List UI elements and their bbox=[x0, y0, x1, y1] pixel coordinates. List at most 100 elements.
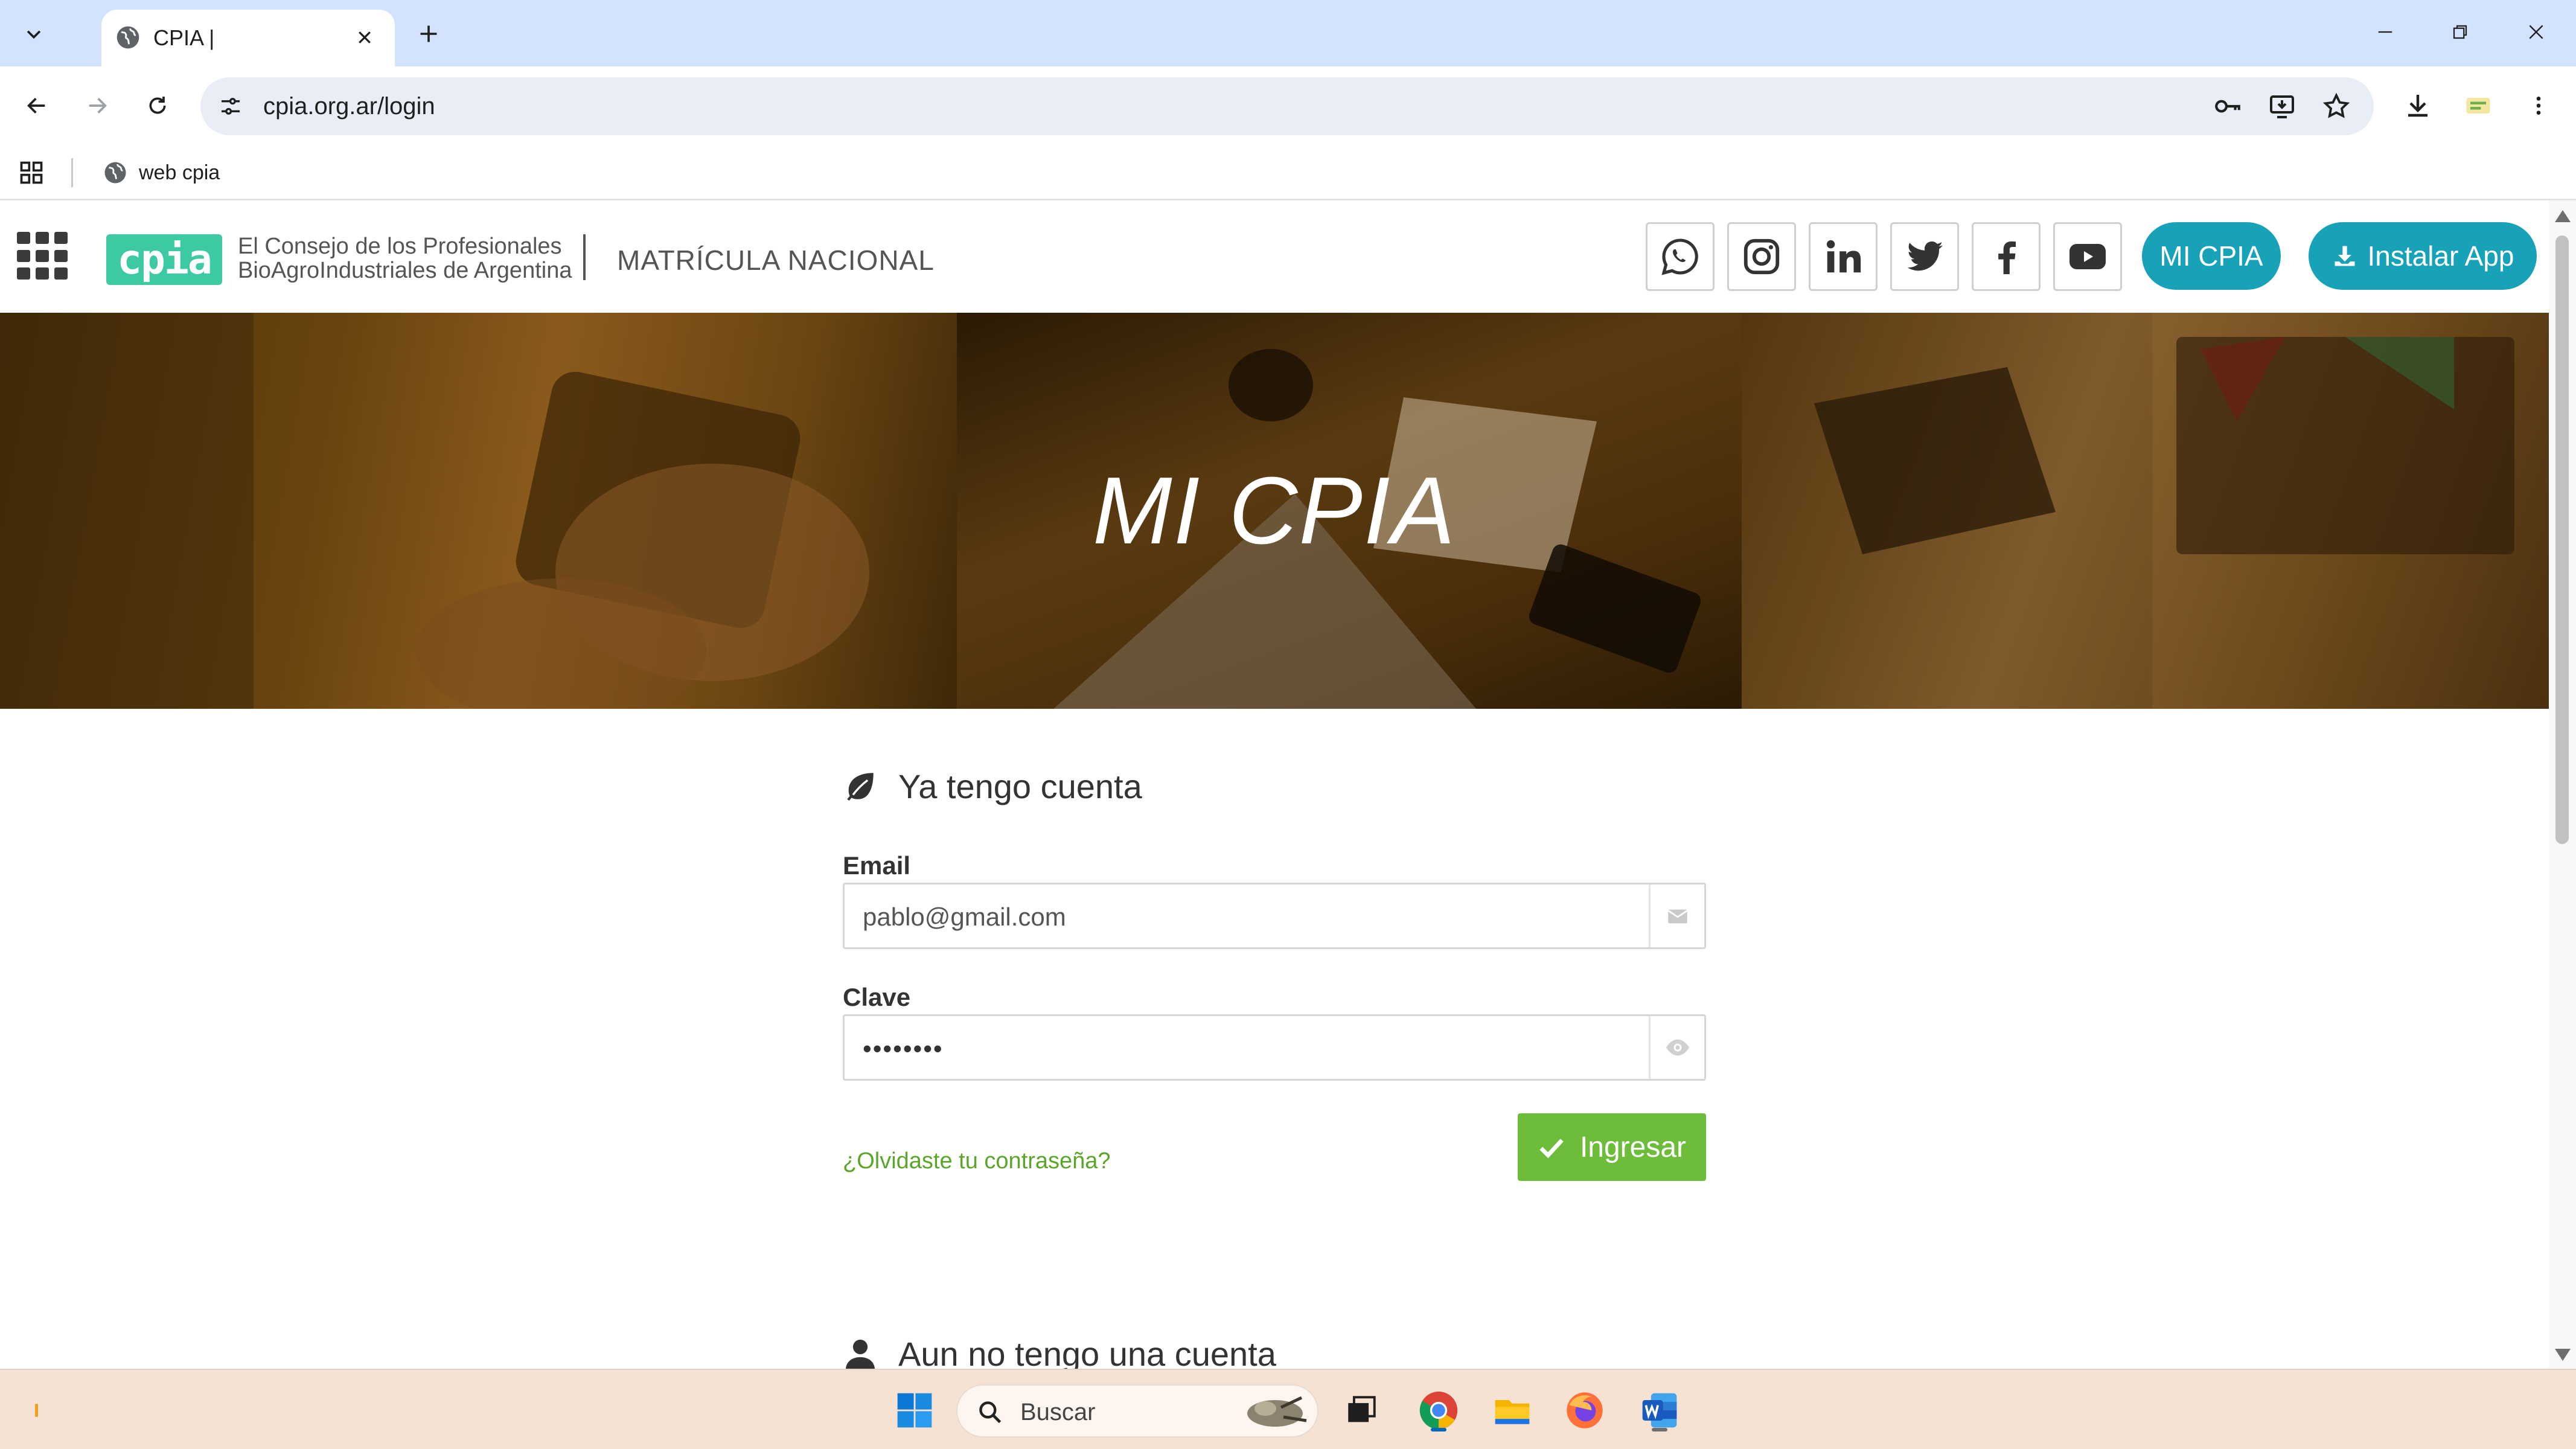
email-value: pablo@gmail.com bbox=[863, 903, 1066, 931]
close-icon bbox=[359, 31, 371, 43]
task-view-button[interactable] bbox=[1337, 1386, 1386, 1435]
extension-button[interactable] bbox=[2456, 83, 2501, 128]
start-button[interactable] bbox=[890, 1386, 939, 1435]
cpia-logo[interactable]: cpia bbox=[106, 234, 222, 285]
plus-icon bbox=[420, 25, 437, 42]
signup-heading: Aun no tengo una cuenta bbox=[843, 1334, 1276, 1369]
install-desktop-icon bbox=[2270, 95, 2294, 118]
apps-grid-icon bbox=[20, 161, 43, 184]
bookmark-separator bbox=[71, 158, 73, 187]
taskbar-chrome[interactable] bbox=[1414, 1386, 1463, 1435]
login-section: Ya tengo cuenta Email pablo@gmail.com Cl… bbox=[843, 762, 1706, 1181]
logo-tagline: El Consejo de los Profesionales BioAgroI… bbox=[238, 234, 572, 283]
restore-button[interactable] bbox=[2433, 11, 2487, 53]
logo-tagline-line1: El Consejo de los Profesionales bbox=[238, 234, 562, 259]
check-icon bbox=[1539, 1139, 1564, 1159]
site-info-button[interactable] bbox=[215, 91, 246, 122]
word-icon bbox=[1642, 1393, 1677, 1428]
youtube-link[interactable] bbox=[2053, 222, 2122, 291]
matricula-nacional-label: MATRÍCULA NACIONAL bbox=[617, 245, 935, 276]
close-window-button[interactable] bbox=[2509, 11, 2563, 53]
instagram-link[interactable] bbox=[1727, 222, 1796, 291]
browser-toolbar: cpia.org.ar/login bbox=[0, 66, 2576, 145]
scroll-thumb[interactable] bbox=[2555, 235, 2569, 844]
chrome-icon bbox=[1419, 1391, 1458, 1430]
close-icon bbox=[2529, 25, 2543, 39]
page-scrollbar[interactable] bbox=[2549, 200, 2576, 1369]
leaf-icon bbox=[847, 773, 874, 801]
new-tab-button[interactable] bbox=[411, 16, 447, 52]
whatsapp-link[interactable] bbox=[1646, 222, 1715, 291]
password-label: Clave bbox=[843, 983, 911, 1011]
forward-button[interactable] bbox=[75, 83, 120, 128]
instagram-icon bbox=[1743, 238, 1780, 275]
more-vertical-icon bbox=[2536, 97, 2541, 115]
twitter-icon bbox=[1907, 241, 1943, 271]
globe-icon bbox=[104, 162, 126, 184]
minimize-button[interactable] bbox=[2358, 11, 2412, 53]
browser-menu-button[interactable] bbox=[2516, 83, 2561, 128]
install-app-site-button[interactable]: Instalar App bbox=[2309, 222, 2537, 290]
browser-tab-bar: CPIA | bbox=[0, 0, 2576, 66]
mi-cpia-button[interactable]: MI CPIA bbox=[2142, 222, 2281, 290]
download-icon bbox=[2408, 95, 2427, 117]
email-addon bbox=[1649, 884, 1704, 947]
header-divider bbox=[583, 234, 586, 280]
windows-taskbar: Buscar bbox=[0, 1369, 2576, 1449]
whatsapp-icon bbox=[1661, 238, 1698, 275]
toggle-password-button[interactable] bbox=[1649, 1016, 1704, 1079]
eye-icon bbox=[1666, 1039, 1689, 1056]
globe-icon bbox=[117, 26, 139, 49]
install-app-button[interactable] bbox=[2265, 89, 2299, 123]
chevron-down-icon bbox=[27, 30, 41, 39]
twitter-link[interactable] bbox=[1890, 222, 1959, 291]
taskbar-file-explorer[interactable] bbox=[1488, 1386, 1537, 1435]
downloads-button[interactable] bbox=[2395, 83, 2440, 128]
install-app-label: Instalar App bbox=[2367, 240, 2514, 272]
address-bar[interactable]: cpia.org.ar/login bbox=[200, 77, 2374, 135]
search-placeholder: Buscar bbox=[1020, 1399, 1096, 1425]
bookmark-label: web cpia bbox=[139, 161, 220, 184]
linkedin-link[interactable] bbox=[1809, 222, 1878, 291]
apps-shortcut[interactable] bbox=[16, 157, 47, 188]
login-heading-text: Ya tengo cuenta bbox=[898, 767, 1142, 805]
taskbar-search[interactable]: Buscar bbox=[956, 1384, 1318, 1438]
search-highlight-icon bbox=[1247, 1396, 1307, 1427]
bookmark-star-button[interactable] bbox=[2319, 89, 2353, 123]
apps-menu-icon[interactable] bbox=[17, 232, 70, 280]
hero-title: MI CPIA bbox=[1092, 457, 1457, 564]
reload-button[interactable] bbox=[135, 83, 180, 128]
user-icon bbox=[846, 1339, 875, 1369]
web-page: cpia El Consejo de los Profesionales Bio… bbox=[0, 200, 2549, 1369]
reload-icon bbox=[149, 97, 166, 114]
login-submit-label: Ingresar bbox=[1579, 1131, 1687, 1163]
password-key-button[interactable] bbox=[2211, 89, 2245, 123]
facebook-link[interactable] bbox=[1972, 222, 2041, 291]
email-field[interactable]: pablo@gmail.com bbox=[843, 883, 1706, 949]
tab-search-button[interactable] bbox=[10, 10, 58, 58]
tab-title: CPIA | bbox=[153, 25, 215, 50]
linkedin-icon bbox=[1826, 240, 1861, 273]
firefox-icon bbox=[1567, 1392, 1603, 1428]
login-submit-button[interactable]: Ingresar bbox=[1518, 1113, 1706, 1181]
taskbar-word[interactable] bbox=[1635, 1386, 1684, 1435]
restore-icon bbox=[2453, 25, 2467, 39]
task-view-icon bbox=[1348, 1396, 1376, 1422]
url-text[interactable]: cpia.org.ar/login bbox=[263, 93, 435, 120]
envelope-icon bbox=[1667, 909, 1688, 924]
scroll-down-arrow[interactable] bbox=[2555, 1349, 2571, 1361]
password-field[interactable]: •••••••• bbox=[843, 1014, 1706, 1081]
key-icon bbox=[2215, 100, 2240, 113]
bookmark-web-cpia[interactable]: web cpia bbox=[103, 156, 220, 190]
arrow-left-icon bbox=[27, 98, 45, 114]
tab-close-button[interactable] bbox=[349, 22, 380, 53]
back-button[interactable] bbox=[14, 83, 59, 128]
open-app-indicator bbox=[1652, 1428, 1667, 1431]
browser-tab-active[interactable]: CPIA | bbox=[101, 10, 395, 66]
forgot-password-link[interactable]: ¿Olvidaste tu contraseña? bbox=[843, 1148, 1111, 1174]
search-icon bbox=[979, 1401, 1002, 1424]
taskbar-firefox[interactable] bbox=[1560, 1386, 1609, 1435]
active-app-indicator bbox=[1431, 1428, 1446, 1431]
scroll-up-arrow[interactable] bbox=[2555, 210, 2571, 222]
logo-tagline-line2: BioAgroIndustriales de Argentina bbox=[238, 258, 572, 283]
